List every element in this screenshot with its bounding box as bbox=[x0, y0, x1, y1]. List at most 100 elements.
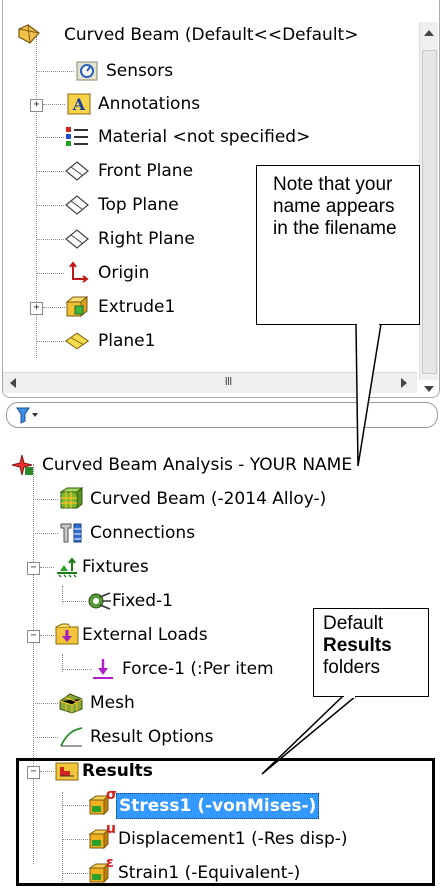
tree-branch bbox=[36, 171, 64, 172]
sim-item-label: Results bbox=[82, 761, 153, 781]
tree-branch bbox=[36, 341, 64, 342]
sim-item-label: Fixtures bbox=[82, 557, 149, 577]
connections-icon bbox=[58, 521, 84, 545]
study-root-item[interactable]: Curved Beam Analysis - YOUR NAME bbox=[10, 450, 442, 480]
study-root-label: Curved Beam Analysis - YOUR NAME bbox=[42, 455, 353, 475]
sensor-icon bbox=[74, 59, 100, 83]
callout-text-line: Default bbox=[323, 613, 384, 634]
sim-item-stress1[interactable]: σ Stress1 (-vonMises-) bbox=[0, 787, 442, 820]
sim-item-displacement1[interactable]: u Displacement1 (-Res disp-) bbox=[0, 821, 442, 854]
sim-item-part[interactable]: Curved Beam (-2014 Alloy-) bbox=[0, 484, 442, 514]
tree-branch bbox=[36, 71, 74, 72]
tree-root-label: Curved Beam (Default<<Default> bbox=[64, 25, 359, 45]
fixed-geometry-icon bbox=[86, 589, 112, 613]
tree-branch bbox=[36, 205, 64, 206]
sim-item-results[interactable]: − Results bbox=[0, 756, 442, 786]
sim-item-result-options[interactable]: Result Options bbox=[0, 722, 442, 752]
scroll-right-arrow-icon[interactable] bbox=[401, 378, 407, 388]
tree-root-item[interactable]: Curved Beam (Default<<Default> bbox=[16, 20, 426, 50]
tree-branch bbox=[43, 307, 65, 308]
sim-item-label-selected: Stress1 (-vonMises-) bbox=[116, 793, 320, 819]
result-options-icon bbox=[58, 725, 84, 749]
results-folders-callout: Default Results folders bbox=[313, 608, 429, 697]
horizontal-scrollbar[interactable]: III bbox=[3, 372, 417, 393]
callout-text-bold: Results bbox=[323, 635, 392, 656]
name-callout-gap bbox=[357, 322, 379, 326]
plane-icon bbox=[64, 193, 90, 217]
scroll-thumb-grip[interactable]: III bbox=[123, 373, 333, 391]
results-callout-gap bbox=[344, 694, 355, 698]
mesh-icon bbox=[58, 691, 84, 715]
force-icon bbox=[90, 657, 116, 681]
scroll-up-arrow-icon[interactable] bbox=[424, 30, 434, 36]
tree-branch bbox=[33, 533, 58, 534]
sim-item-label: Result Options bbox=[90, 727, 214, 747]
tree-branch bbox=[36, 273, 64, 274]
tree-item-label: Top Plane bbox=[98, 195, 179, 215]
tree-branch bbox=[40, 567, 54, 568]
sim-item-fixtures[interactable]: − Fixtures bbox=[0, 552, 442, 582]
scroll-thumb[interactable] bbox=[422, 50, 437, 374]
scroll-down-arrow-icon[interactable] bbox=[424, 386, 434, 392]
collapse-icon[interactable]: − bbox=[27, 630, 40, 643]
strain-superscript: ε bbox=[106, 855, 114, 871]
plane-icon bbox=[64, 227, 90, 251]
part-material-icon bbox=[58, 487, 84, 511]
origin-icon bbox=[64, 261, 90, 285]
sim-item-label: Force-1 (:Per item bbox=[122, 659, 274, 679]
name-note-callout: Note that your name appears in the filen… bbox=[256, 165, 420, 325]
fixtures-icon bbox=[54, 555, 80, 579]
sim-item-label: Displacement1 (-Res disp-) bbox=[118, 829, 348, 849]
tree-branch bbox=[62, 839, 90, 840]
tree-item-label: Annotations bbox=[98, 94, 201, 114]
tree-item-label: Extrude1 bbox=[98, 297, 176, 317]
tree-branch bbox=[36, 137, 64, 138]
callout-text-line: folders bbox=[323, 657, 381, 678]
tree-branch bbox=[62, 805, 90, 806]
vertical-scrollbar[interactable] bbox=[419, 22, 438, 392]
tree-item-label: Plane1 bbox=[98, 331, 156, 351]
annotations-icon: A bbox=[66, 92, 92, 116]
tree-item-label: Right Plane bbox=[98, 229, 195, 249]
tree-branch bbox=[62, 873, 90, 874]
scroll-left-arrow-icon[interactable] bbox=[10, 378, 16, 388]
part-icon bbox=[16, 23, 42, 47]
tree-item-label: Front Plane bbox=[98, 161, 194, 181]
plane-icon bbox=[64, 159, 90, 183]
external-loads-icon bbox=[54, 623, 80, 647]
material-icon bbox=[64, 125, 90, 149]
sim-item-label: External Loads bbox=[82, 625, 208, 645]
tree-branch bbox=[43, 104, 65, 105]
displacement-superscript: u bbox=[106, 821, 116, 837]
tree-branch bbox=[40, 635, 54, 636]
results-folder-icon bbox=[54, 759, 80, 783]
tree-branch bbox=[40, 771, 54, 772]
filter-bar[interactable] bbox=[6, 402, 438, 428]
expand-icon[interactable]: + bbox=[30, 99, 43, 112]
sim-item-connections[interactable]: Connections bbox=[0, 518, 442, 548]
sim-item-label: Mesh bbox=[90, 693, 135, 713]
sim-item-label: Curved Beam (-2014 Alloy-) bbox=[90, 489, 327, 509]
tree-item-label: Origin bbox=[98, 263, 150, 283]
tree-item-material[interactable]: Material <not specified> bbox=[0, 122, 400, 152]
tree-branch bbox=[62, 669, 92, 670]
callout-text: Note that your name appears in the filen… bbox=[273, 174, 397, 239]
tree-item-plane1[interactable]: Plane1 bbox=[0, 326, 400, 356]
extrude-icon bbox=[64, 295, 90, 319]
study-icon bbox=[10, 453, 36, 477]
tree-item-sensors[interactable]: Sensors bbox=[0, 56, 400, 86]
collapse-icon[interactable]: − bbox=[27, 562, 40, 575]
svg-text:A: A bbox=[72, 95, 86, 114]
tree-branch bbox=[33, 737, 58, 738]
tree-branch bbox=[33, 703, 58, 704]
tree-item-annotations[interactable]: + A Annotations bbox=[0, 89, 400, 119]
filter-icon[interactable] bbox=[15, 405, 41, 430]
tree-item-label: Material <not specified> bbox=[98, 127, 311, 147]
expand-icon[interactable]: + bbox=[30, 302, 43, 315]
collapse-icon[interactable]: − bbox=[27, 766, 40, 779]
sim-item-label: Connections bbox=[90, 523, 196, 543]
tree-branch bbox=[62, 601, 86, 602]
sim-item-label: Fixed-1 bbox=[112, 591, 174, 611]
tree-branch bbox=[36, 239, 64, 240]
plane-icon bbox=[64, 329, 90, 353]
